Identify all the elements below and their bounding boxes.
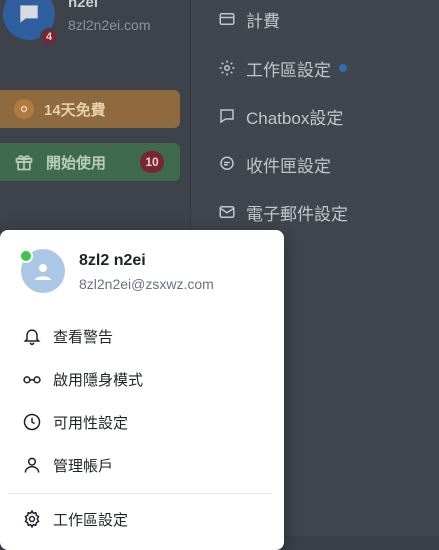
menu-item-label: 查看警告 <box>53 328 114 346</box>
menu-item-alerts[interactable]: 查看警告 <box>8 316 274 356</box>
trial-button[interactable]: 14天免費 <box>0 90 180 128</box>
settings-item-workspace[interactable]: 工作區設定 <box>218 54 347 82</box>
bell-icon <box>23 329 41 346</box>
credit-card-icon <box>219 13 235 25</box>
gear-icon <box>219 60 235 76</box>
app-user-name: n2ei <box>68 0 99 11</box>
gear-icon <box>24 509 40 529</box>
settings-item-inbox[interactable]: 收件匣設定 <box>218 150 331 178</box>
glasses-icon <box>23 376 41 384</box>
settings-item-email[interactable]: 電子郵件設定 <box>218 198 348 226</box>
settings-item-billing[interactable]: 計費 <box>218 5 280 33</box>
gear-badge-icon <box>14 99 34 119</box>
online-status-dot <box>19 249 33 263</box>
app-user-email: 8zl2n2ei.com <box>68 17 151 33</box>
clock-icon <box>23 413 41 431</box>
menu-item-invisible-mode[interactable]: 啟用隱身模式 <box>8 359 274 399</box>
profile-name: 8zl2 n2ei <box>79 252 146 269</box>
chat-bubble-icon <box>220 109 234 124</box>
menu-item-workspace-settings[interactable]: 工作區設定 <box>8 499 274 539</box>
settings-item-chatbox[interactable]: Chatbox設定 <box>218 102 343 130</box>
menu-item-label: 工作區設定 <box>53 511 129 529</box>
menu-item-label: 啟用隱身模式 <box>53 371 144 389</box>
settings-item-label: 電子郵件設定 <box>246 204 348 224</box>
menu-item-availability[interactable]: 可用性設定 <box>8 402 274 442</box>
start-label: 開始使用 <box>46 154 107 172</box>
menu-item-manage-account[interactable]: 管理帳戶 <box>8 445 274 485</box>
settings-item-label: 計費 <box>246 11 280 31</box>
user-avatar-icon <box>35 264 51 280</box>
menu-item-label: 可用性設定 <box>53 414 129 432</box>
trial-label: 14天免費 <box>44 101 106 119</box>
settings-item-label: 收件匣設定 <box>246 156 331 176</box>
start-count-badge: 10 <box>140 151 164 173</box>
start-button[interactable]: 開始使用 10 <box>0 143 180 181</box>
unread-dot <box>339 64 347 72</box>
user-icon <box>24 457 40 473</box>
menu-item-label: 管理帳戶 <box>53 457 114 475</box>
settings-item-label: Chatbox設定 <box>246 108 344 128</box>
chat-icon <box>220 156 234 170</box>
profile-popup: 8zl2 n2ei 8zl2n2ei@zsxwz.com 查看警告 啟用隱身模式… <box>0 230 284 550</box>
chat-bubble-icon <box>20 5 38 23</box>
gift-icon <box>14 152 34 172</box>
notification-badge: 4 <box>40 28 58 46</box>
settings-item-label: 工作區設定 <box>246 60 331 80</box>
mail-icon <box>219 206 235 218</box>
profile-email: 8zl2n2ei@zsxwz.com <box>79 276 214 292</box>
menu-divider <box>8 493 272 494</box>
